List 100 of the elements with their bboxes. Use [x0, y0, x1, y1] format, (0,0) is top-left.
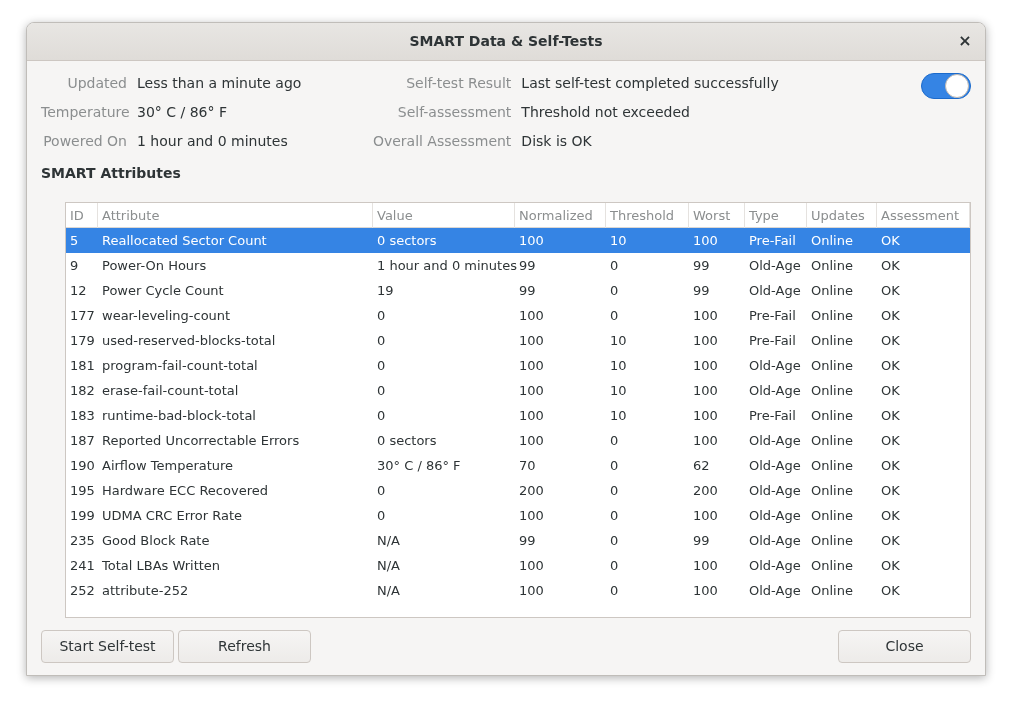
table-cell-text: erase-fail-count-total [101, 382, 240, 400]
table-cell-text: OK [880, 282, 901, 300]
table-cell-text: 100 [518, 407, 545, 425]
table-row[interactable]: 187 Reported Uncorrectable Errors 0 sectors 100 0 100 Old-Age Online OK [66, 428, 970, 453]
table-cell-text: 181 [69, 357, 96, 375]
table-cell-text: Online [810, 357, 854, 375]
info-value: 30° C / 86° F [137, 102, 227, 122]
table-cell-text: 0 [376, 407, 387, 425]
table-cell-text: 19 [376, 282, 395, 300]
table-cell-text: 100 [518, 307, 545, 325]
table-cell-text: 100 [518, 582, 545, 600]
table-cell-text: Hardware ECC Recovered [101, 482, 269, 500]
table-cell-text: Online [810, 582, 854, 600]
table-cell-text: 99 [518, 532, 537, 550]
table-cell-text: Good Block Rate [101, 532, 211, 550]
table-cell-text: 30° C / 86° F [376, 457, 462, 475]
table-cell-text: 100 [692, 432, 719, 450]
info-label: Self-test Result [405, 73, 512, 93]
table-row[interactable]: 177 wear-leveling-count 0 100 0 100 Pre-Fail Online OK [66, 303, 970, 328]
table-cell-text: 177 [69, 307, 96, 325]
table-cell-text: Old-Age [748, 432, 802, 450]
table-cell-text: Reallocated Sector Count [101, 232, 268, 250]
table-cell-text: 100 [518, 332, 545, 350]
toggle-switch[interactable] [921, 73, 971, 99]
table-cell-text: UDMA CRC Error Rate [101, 507, 244, 525]
table-cell-text: OK [880, 557, 901, 575]
table-cell-text: 0 [609, 582, 620, 600]
table-cell-text: attribute-252 [101, 582, 190, 600]
table-row[interactable]: 195 Hardware ECC Recovered 0 200 0 200 Old-Age Online OK [66, 478, 970, 503]
table-row[interactable]: 5 Reallocated Sector Count 0 sectors 100 10 100 Pre-Fail Online OK [66, 228, 970, 253]
table-cell-text: 0 [609, 482, 620, 500]
table-row[interactable]: 182 erase-fail-count-total 0 100 10 100 Old-Age Online OK [66, 378, 970, 403]
table-cell-text: 0 [609, 507, 620, 525]
table-cell-text: 5 [69, 232, 80, 250]
info-label: Overall Assessment [371, 131, 512, 151]
table-cell-text: 0 [609, 432, 620, 450]
table-cell-text: Online [810, 507, 854, 525]
table-cell-text: Pre-Fail [748, 407, 797, 425]
table-cell-text: Online [810, 382, 854, 400]
table-cell-text: Online [810, 307, 854, 325]
table-cell-text: Pre-Fail [748, 307, 797, 325]
table-cell-text: 252 [69, 582, 96, 600]
info-value: Less than a minute ago [137, 73, 302, 93]
table-cell-text: 0 [376, 307, 387, 325]
table-cell-text: Online [810, 482, 854, 500]
table-cell-text: 0 sectors [376, 232, 438, 250]
info-label: Temperature [41, 102, 127, 122]
window-title: SMART Data & Self-Tests [409, 32, 603, 51]
table-row[interactable]: 9 Power-On Hours 1 hour and 0 minutes 99 0 99 Old-Age Online OK [66, 253, 970, 278]
table-cell-text: 0 sectors [376, 432, 438, 450]
table-row[interactable]: 183 runtime-bad-block-total 0 100 10 100 Pre-Fail Online OK [66, 403, 970, 428]
table-cell-text: Total LBAs Written [101, 557, 222, 575]
table-cell-text: 100 [692, 557, 719, 575]
table-cell-text: 100 [692, 307, 719, 325]
table-cell-text: OK [880, 532, 901, 550]
info-value: Last self-test completed successfully [521, 73, 779, 93]
table-cell-text: 0 [609, 282, 620, 300]
table-cell-text: OK [880, 457, 901, 475]
table-cell-text: OK [880, 357, 901, 375]
table-cell-text: 99 [692, 532, 711, 550]
table-cell-text: 100 [692, 332, 719, 350]
table-row[interactable]: 179 used-reserved-blocks-total 0 100 10 100 Pre-Fail Online OK [66, 328, 970, 353]
table-cell-text: Power-On Hours [101, 257, 208, 275]
table-row[interactable]: 252 attribute-252 N/A 100 0 100 Old-Age Online OK [66, 578, 970, 603]
table-cell-text: Online [810, 407, 854, 425]
table-cell-text: Pre-Fail [748, 232, 797, 250]
table-cell-text: OK [880, 307, 901, 325]
table-row[interactable]: 12 Power Cycle Count 19 99 0 99 Old-Age Online OK [66, 278, 970, 303]
table-cell-text: 241 [69, 557, 96, 575]
table-cell-text: 190 [69, 457, 96, 475]
table-row[interactable]: 235 Good Block Rate N/A 99 0 99 Old-Age Online OK [66, 528, 970, 553]
table-cell-text: Online [810, 432, 854, 450]
table-cell-text: 100 [518, 507, 545, 525]
table-row[interactable]: 241 Total LBAs Written N/A 100 0 100 Old-Age Online OK [66, 553, 970, 578]
dialog-button[interactable]: Start Self-test [41, 630, 174, 663]
close-button[interactable]: × [955, 31, 975, 51]
dialog-button[interactable]: Close [838, 630, 971, 663]
table-cell-text: 100 [518, 432, 545, 450]
table-cell-text: 99 [518, 257, 537, 275]
table-cell-text: Online [810, 232, 854, 250]
table-cell-text: N/A [376, 557, 401, 575]
table-row[interactable]: 199 UDMA CRC Error Rate 0 100 0 100 Old-Age Online OK [66, 503, 970, 528]
table-cell-text: 9 [69, 257, 80, 275]
table-row[interactable]: 190 Airflow Temperature 30° C / 86° F 70 0 62 Old-Age Online OK [66, 453, 970, 478]
table-cell-text: OK [880, 257, 901, 275]
table-cell-text: Old-Age [748, 257, 802, 275]
table-row[interactable]: 181 program-fail-count-total 0 100 10 100 Old-Age Online OK [66, 353, 970, 378]
table-cell-text: 195 [69, 482, 96, 500]
table-cell-text: N/A [376, 582, 401, 600]
info-label: Updated [66, 73, 127, 93]
table-cell-text: 100 [518, 357, 545, 375]
table-cell-text: 187 [69, 432, 96, 450]
info-value: Threshold not exceeded [521, 102, 690, 122]
table-cell-text: OK [880, 382, 901, 400]
table-cell-text: program-fail-count-total [101, 357, 259, 375]
dialog-button[interactable]: Refresh [178, 630, 311, 663]
table-cell-text: runtime-bad-block-total [101, 407, 257, 425]
table-cell-text: Old-Age [748, 382, 802, 400]
table-cell-text: Online [810, 282, 854, 300]
table-cell-text: 100 [692, 407, 719, 425]
